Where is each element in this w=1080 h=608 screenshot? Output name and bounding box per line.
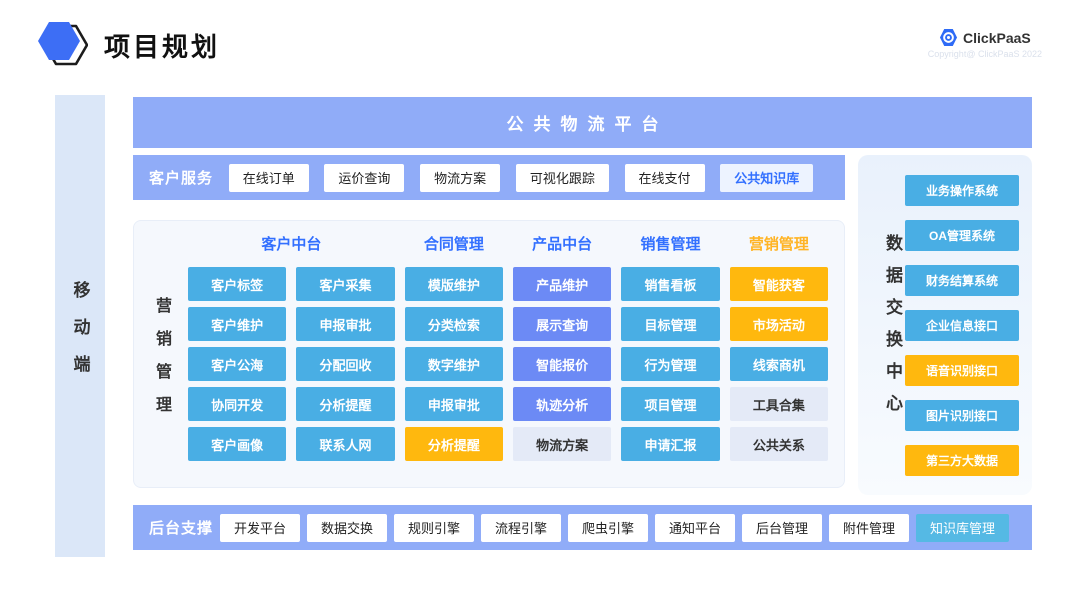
- matrix-column-header: 产品中台: [513, 225, 611, 261]
- service-button[interactable]: 可视化跟踪: [516, 164, 609, 192]
- matrix-cell-button[interactable]: 申报审批: [296, 307, 394, 341]
- exchange-button[interactable]: 业务操作系统: [905, 175, 1019, 206]
- backend-button[interactable]: 附件管理: [829, 514, 909, 542]
- matrix-cell-button[interactable]: 线索商机: [730, 347, 828, 381]
- platform-banner-label: 公共物流平台: [507, 110, 669, 135]
- matrix-grid: 客户中台合同管理产品中台销售管理营销管理客户标签客户采集模版维护产品维护销售看板…: [188, 221, 844, 487]
- matrix-cell-button[interactable]: 产品维护: [513, 267, 611, 301]
- backend-button[interactable]: 开发平台: [220, 514, 300, 542]
- matrix-cell-button[interactable]: 分配回收: [296, 347, 394, 381]
- brand-name: ClickPaaS: [963, 30, 1031, 46]
- data-exchange-panel: 数据交换中心 业务操作系统 OA管理系统财务结算系统企业信息接口语音识别接口图片识…: [858, 155, 1032, 495]
- matrix-cell-button[interactable]: 智能获客: [730, 267, 828, 301]
- matrix-cell-button[interactable]: 联系人网: [296, 427, 394, 461]
- hexagon-logo-icon: [36, 20, 88, 70]
- page-header: 项目规划: [36, 20, 220, 70]
- exchange-button[interactable]: 企业信息接口: [905, 310, 1019, 341]
- backend-button[interactable]: 规则引擎: [394, 514, 474, 542]
- page-title: 项目规划: [104, 27, 220, 64]
- backend-support-buttons: 开发平台数据交换规则引擎流程引擎爬虫引擎通知平台后台管理附件管理知识库管理: [213, 514, 1016, 542]
- page: 项目规划 ClickPaaS Copyright@ ClickPaaS 2022…: [0, 0, 1080, 608]
- matrix-cell-button[interactable]: 客户标签: [188, 267, 286, 301]
- platform-banner: 公共物流平台: [133, 97, 1032, 148]
- matrix-cell-button[interactable]: 客户公海: [188, 347, 286, 381]
- matrix-cell-button[interactable]: 销售看板: [621, 267, 719, 301]
- brand: ClickPaaS Copyright@ ClickPaaS 2022: [928, 28, 1042, 59]
- customer-service-band: 客户服务 在线订单运价查询物流方案可视化跟踪在线支付公共知识库: [133, 155, 845, 200]
- matrix-side-label: 营销管理: [149, 280, 173, 429]
- matrix-cell-button[interactable]: 协同开发: [188, 387, 286, 421]
- matrix-cell-button[interactable]: 客户采集: [296, 267, 394, 301]
- matrix-cell-button[interactable]: 申报审批: [405, 387, 503, 421]
- data-exchange-side: 数据交换中心: [880, 219, 905, 431]
- matrix-cell-button[interactable]: 行为管理: [621, 347, 719, 381]
- exchange-button[interactable]: OA管理系统: [905, 220, 1019, 251]
- matrix-cell-button[interactable]: 客户维护: [188, 307, 286, 341]
- matrix-column-header: 销售管理: [621, 225, 719, 261]
- matrix-cell-button[interactable]: 工具合集: [730, 387, 828, 421]
- matrix-side: 营销管理: [134, 221, 188, 487]
- matrix-cell-button[interactable]: 智能报价: [513, 347, 611, 381]
- matrix-column-header: 营销管理: [730, 225, 828, 261]
- brand-copyright: Copyright@ ClickPaaS 2022: [928, 49, 1042, 59]
- service-button[interactable]: 公共知识库: [720, 164, 813, 192]
- backend-button[interactable]: 知识库管理: [916, 514, 1009, 542]
- backend-button[interactable]: 流程引擎: [481, 514, 561, 542]
- service-button[interactable]: 在线支付: [625, 164, 705, 192]
- matrix-cell-button[interactable]: 数字维护: [405, 347, 503, 381]
- backend-button[interactable]: 通知平台: [655, 514, 735, 542]
- matrix-cell-button[interactable]: 分析提醒: [296, 387, 394, 421]
- service-button[interactable]: 运价查询: [324, 164, 404, 192]
- matrix-cell-button[interactable]: 轨迹分析: [513, 387, 611, 421]
- matrix-cell-button[interactable]: 目标管理: [621, 307, 719, 341]
- data-exchange-buttons: 业务操作系统 OA管理系统财务结算系统企业信息接口语音识别接口图片识别接口第三方大…: [905, 175, 1033, 476]
- matrix-cell-button[interactable]: 物流方案: [513, 427, 611, 461]
- mobile-side-bar: 移动端: [55, 95, 105, 557]
- exchange-button[interactable]: 财务结算系统: [905, 265, 1019, 296]
- matrix-cell-button[interactable]: 项目管理: [621, 387, 719, 421]
- backend-button[interactable]: 后台管理: [742, 514, 822, 542]
- exchange-button[interactable]: 图片识别接口: [905, 400, 1019, 431]
- matrix-cell-button[interactable]: 模版维护: [405, 267, 503, 301]
- backend-support-label: 后台支撑: [149, 517, 213, 538]
- matrix-cell-button[interactable]: 公共关系: [730, 427, 828, 461]
- backend-button[interactable]: 爬虫引擎: [568, 514, 648, 542]
- mobile-side-bar-label: 移动端: [68, 261, 93, 392]
- customer-service-buttons: 在线订单运价查询物流方案可视化跟踪在线支付公共知识库: [213, 164, 829, 192]
- data-exchange-label: 数据交换中心: [880, 219, 905, 426]
- service-button[interactable]: 在线订单: [229, 164, 309, 192]
- matrix-cell-button[interactable]: 申请汇报: [621, 427, 719, 461]
- exchange-button[interactable]: 语音识别接口: [905, 355, 1019, 386]
- matrix-column-header: 合同管理: [405, 225, 503, 261]
- matrix-cell-button[interactable]: 分类检索: [405, 307, 503, 341]
- service-button[interactable]: 物流方案: [420, 164, 500, 192]
- clickpaas-logo-icon: [939, 28, 958, 47]
- matrix-column-header: 客户中台: [188, 225, 395, 261]
- matrix-cell-button[interactable]: 客户画像: [188, 427, 286, 461]
- marketing-matrix-panel: 营销管理 客户中台合同管理产品中台销售管理营销管理客户标签客户采集模版维护产品维…: [133, 220, 845, 488]
- matrix-cell-button[interactable]: 展示查询: [513, 307, 611, 341]
- backend-button[interactable]: 数据交换: [307, 514, 387, 542]
- exchange-button[interactable]: 第三方大数据: [905, 445, 1019, 476]
- matrix-cell-button[interactable]: 市场活动: [730, 307, 828, 341]
- customer-service-label: 客户服务: [149, 167, 213, 188]
- backend-support-band: 后台支撑 开发平台数据交换规则引擎流程引擎爬虫引擎通知平台后台管理附件管理知识库…: [133, 505, 1032, 550]
- matrix-cell-button[interactable]: 分析提醒: [405, 427, 503, 461]
